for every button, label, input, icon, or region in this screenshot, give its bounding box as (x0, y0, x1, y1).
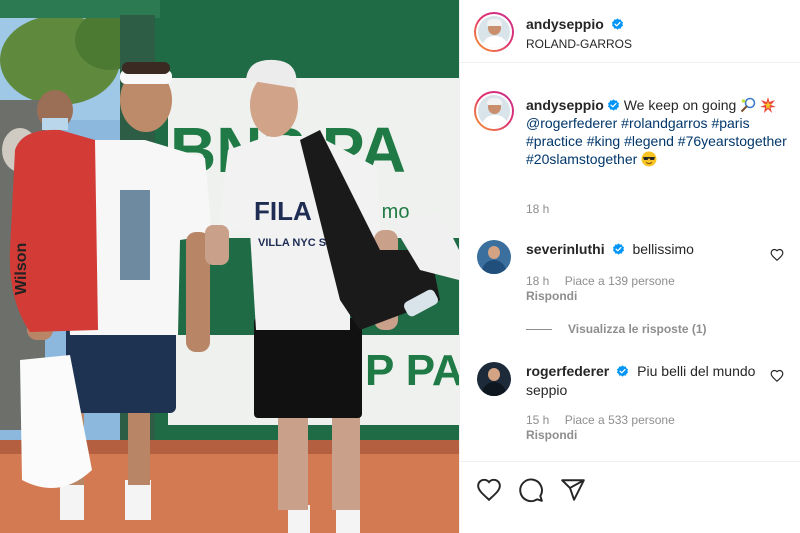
comment-likes[interactable]: Piace a 139 persone (565, 274, 675, 288)
commenter-avatar[interactable] (477, 362, 511, 396)
hashtag[interactable]: #paris (711, 115, 749, 131)
verified-icon (611, 18, 623, 30)
hashtag[interactable]: #76yearstogether (678, 133, 787, 149)
author-avatar[interactable] (474, 12, 514, 52)
comment: severinluthi bellissimo (526, 240, 766, 259)
post-location[interactable]: ROLAND-GARROS (526, 37, 632, 51)
caption-timestamp[interactable]: 18 h (526, 202, 549, 216)
caption-username[interactable]: andyseppio (526, 97, 604, 113)
sunglasses-emoji (641, 151, 657, 167)
view-replies-label: Visualizza le risposte (1) (568, 322, 707, 336)
comment-time[interactable]: 15 h (526, 413, 549, 427)
reply-button[interactable]: Rispondi (526, 289, 577, 303)
bag-brand-text: Wilson (13, 243, 30, 295)
verified-icon (607, 99, 619, 111)
comment-time[interactable]: 18 h (526, 274, 549, 288)
post-header: andyseppio ROLAND-GARROS (460, 0, 800, 63)
caption-author-avatar[interactable] (474, 91, 514, 131)
commenter-avatar[interactable] (477, 240, 511, 274)
author-username[interactable]: andyseppio (526, 16, 604, 32)
shirt-brand-text: FILA (254, 196, 312, 226)
comment-text: bellissimo (632, 241, 694, 257)
post-caption: andyseppio We keep on going @rogerfedere… (526, 96, 788, 168)
heart-icon[interactable] (770, 248, 784, 262)
comment-meta: 18 h Piace a 139 persone (526, 274, 687, 288)
comment-username[interactable]: severinluthi (526, 241, 605, 257)
comment-username[interactable]: rogerfederer (526, 363, 609, 379)
hashtag[interactable]: #rolandgarros (621, 115, 707, 131)
action-bar (460, 461, 800, 533)
comment: rogerfederer Piu belli del mundo seppio (526, 362, 766, 400)
banner-text-lower: P PA (365, 346, 459, 395)
view-replies-button[interactable]: Visualizza le risposte (1) (526, 322, 707, 336)
verified-icon (617, 365, 629, 377)
comment-icon[interactable] (518, 477, 544, 503)
heart-icon[interactable] (770, 369, 784, 383)
comment-likes[interactable]: Piace a 533 persone (565, 413, 675, 427)
post-details-panel: andyseppio ROLAND-GARROS andyseppio We k… (459, 0, 800, 533)
instagram-post: BNP PA n mo P PA (0, 0, 800, 533)
replies-divider-line (526, 329, 552, 331)
reply-button[interactable]: Rispondi (526, 428, 577, 442)
hashtag[interactable]: #practice (526, 133, 583, 149)
hashtag[interactable]: #king (587, 133, 620, 149)
photo-illustration: BNP PA n mo P PA (0, 0, 459, 533)
hashtag[interactable]: #20slamstogether (526, 151, 637, 167)
post-photo[interactable]: BNP PA n mo P PA (0, 0, 459, 533)
caption-mention[interactable]: @rogerfederer (526, 115, 617, 131)
tennis-racket-emoji (740, 97, 756, 113)
comment-meta: 15 h Piace a 533 persone (526, 413, 687, 427)
heart-icon[interactable] (476, 477, 502, 503)
share-icon[interactable] (560, 477, 586, 503)
verified-icon (612, 243, 624, 255)
hashtag[interactable]: #legend (624, 133, 674, 149)
collision-emoji (760, 97, 777, 113)
caption-text: We keep on going (623, 97, 737, 113)
